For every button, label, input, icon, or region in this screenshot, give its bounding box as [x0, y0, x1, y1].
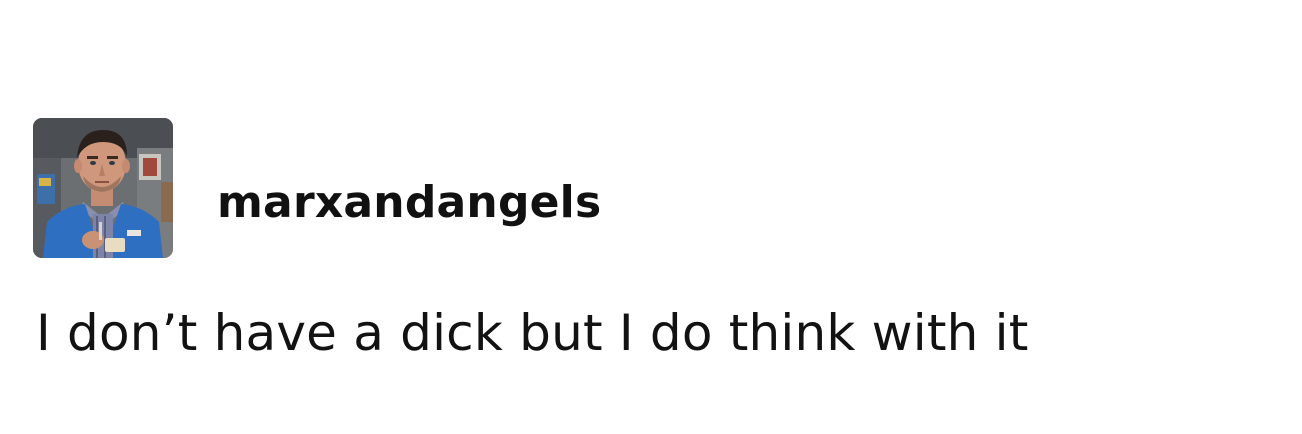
tumblr-post: marxandangels I don’t have a dick but I …: [0, 0, 1302, 434]
post-header: marxandangels: [33, 118, 601, 258]
post-text: I don’t have a dick but I do think with …: [36, 304, 1029, 362]
avatar[interactable]: [33, 118, 173, 258]
username[interactable]: marxandangels: [217, 177, 601, 228]
avatar-image: [33, 118, 173, 258]
